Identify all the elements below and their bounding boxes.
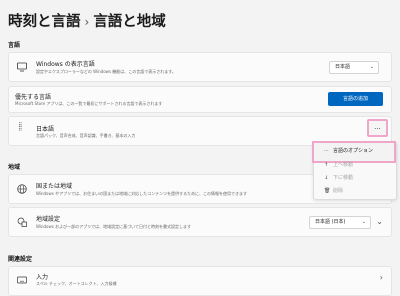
regional-format-title: 地域設定 bbox=[36, 216, 61, 223]
chevron-right-icon: › bbox=[379, 273, 383, 282]
regional-format-subtitle: Windows およびー部のアプリでは、地域設定に基づいて日付と時刻を書式設定し… bbox=[36, 224, 192, 229]
japanese-item-subtitle: 言語パック、音声合成、音声認識、手書き、基本の入力 bbox=[36, 133, 136, 138]
display-language-value: 日本語 bbox=[335, 64, 351, 70]
drag-handle-icon[interactable]: ⠿ ⠿ bbox=[18, 123, 23, 133]
globe-icon bbox=[17, 184, 27, 194]
regional-format-card: 地域設定 Windows およびー部のアプリでは、地域設定に基づいて日付と時刻を… bbox=[8, 207, 392, 237]
language-section-heading: 言語 bbox=[8, 42, 21, 49]
regional-format-value: 日本語 (日本) bbox=[315, 219, 346, 225]
input-subtitle: スペル チェック、オートコレクト、入力候補 bbox=[36, 281, 117, 286]
menu-item-delete-label: 削除 bbox=[333, 188, 344, 194]
language-options-menu: ⋯ 言語のオプション ↑ 上へ移動 ↓ 下に移動 🗑 削除 bbox=[312, 141, 397, 200]
menu-item-language-options-label: 言語のオプション bbox=[333, 148, 374, 154]
menu-item-move-up: ↑ 上へ移動 bbox=[324, 161, 353, 168]
preferred-languages-subtitle: Microsoft Store アプリは、この一覧で最初にサポートされる言語で表… bbox=[15, 101, 163, 106]
chevron-down-icon[interactable]: ⌄ bbox=[376, 217, 383, 226]
input-settings-card[interactable]: 入力 スペル チェック、オートコレクト、入力候補 › bbox=[8, 266, 392, 296]
display-language-card: Windows の表示言語 設定やエクスプローラーなどの Windows 機能は… bbox=[8, 52, 392, 82]
menu-item-move-up-label: 上へ移動 bbox=[333, 162, 354, 168]
related-settings-heading: 関連設定 bbox=[8, 256, 33, 263]
country-subtitle: Windows やアプリでは、お住まいの国または地域に対応したコンテンツを提供す… bbox=[36, 191, 248, 196]
country-title: 国または地域 bbox=[36, 183, 73, 190]
page-title: 言語と地域 bbox=[93, 14, 166, 30]
breadcrumb-parent[interactable]: 時刻と言語 bbox=[8, 14, 81, 30]
chevron-down-icon: ⌄ bbox=[369, 64, 374, 70]
display-language-title: Windows の表示言語 bbox=[36, 61, 95, 68]
display-language-subtitle: 設定やエクスプローラーなどの Windows 機能は、この言語で表示されます。 bbox=[36, 69, 176, 74]
breadcrumb: 時刻と言語 › 言語と地域 bbox=[8, 10, 166, 31]
menu-item-delete: 🗑 削除 bbox=[324, 187, 343, 194]
preferred-languages-title: 優先する言語 bbox=[15, 94, 52, 101]
menu-item-0[interactable]: ⋯ 言語のオプション bbox=[324, 147, 373, 154]
breadcrumb-separator: › bbox=[84, 15, 90, 29]
regional-format-dropdown[interactable]: 日本語 (日本) ⌄ bbox=[309, 216, 371, 229]
arrow-up-icon: ↑ bbox=[324, 162, 329, 168]
add-language-button[interactable]: 言語の追加 bbox=[328, 92, 383, 106]
display-language-dropdown[interactable]: 日本語 ⌄ bbox=[329, 61, 379, 74]
arrow-down-icon: ↓ bbox=[324, 175, 329, 181]
input-title: 入力 bbox=[36, 274, 49, 281]
more-options-button[interactable]: ... bbox=[367, 119, 388, 137]
region-section-heading: 地域 bbox=[8, 164, 21, 171]
chevron-down-icon: ⌄ bbox=[361, 219, 366, 225]
monitor-icon bbox=[17, 62, 27, 72]
keyboard-icon bbox=[17, 276, 27, 284]
ellipsis-icon: ⋯ bbox=[324, 148, 329, 154]
menu-item-move-down: ↓ 下に移動 bbox=[324, 174, 353, 181]
trash-icon: 🗑 bbox=[324, 188, 331, 194]
regional-format-icon bbox=[17, 217, 27, 227]
japanese-item-title: 日本語 bbox=[36, 126, 55, 133]
menu-item-move-down-label: 下に移動 bbox=[333, 175, 354, 181]
